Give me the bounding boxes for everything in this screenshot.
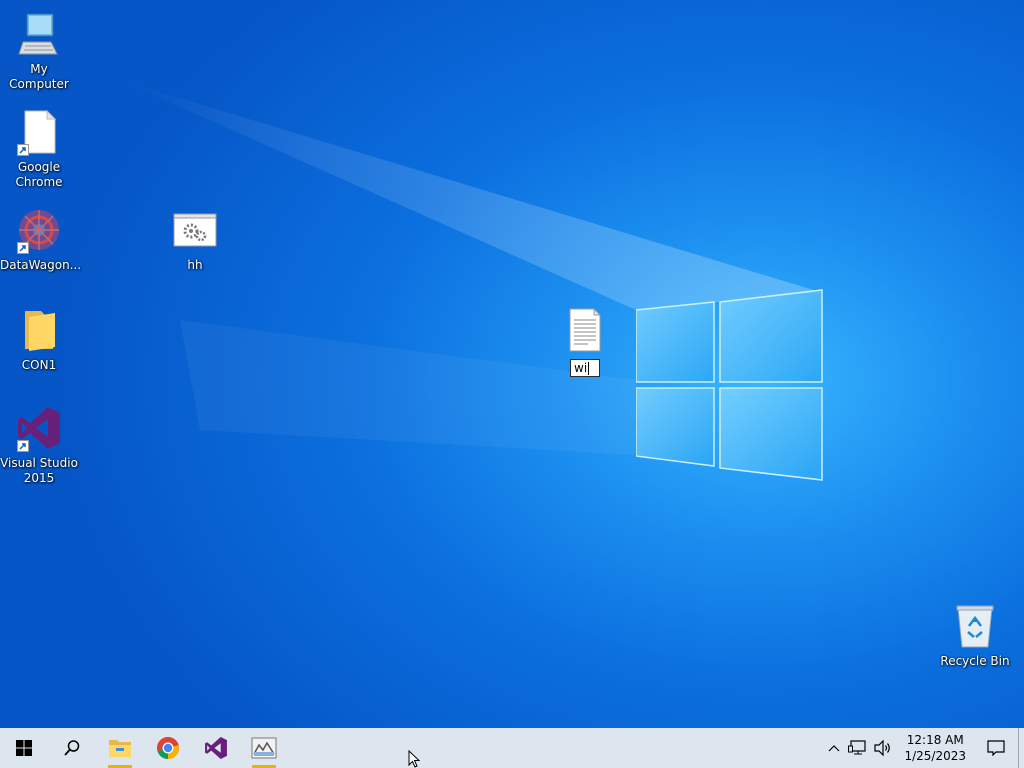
mouse-cursor-icon [408,750,421,768]
desktop-icon-visual-studio[interactable]: Visual Studio 2015 [0,404,78,486]
rename-input[interactable]: wi [570,359,600,377]
network-button[interactable] [844,728,870,768]
visual-studio-icon [205,737,227,759]
speaker-icon [874,740,891,756]
windows-start-icon [16,740,32,756]
taskbar-clock[interactable]: 12:18 AM 1/25/2023 [896,732,974,764]
visual-studio-icon [15,404,63,452]
clock-time: 12:18 AM [906,733,964,747]
text-caret [588,361,590,375]
desktop-icon-google-chrome[interactable]: Google Chrome [1,108,77,190]
computer-icon [15,10,63,58]
taskbar-chrome[interactable] [144,728,192,768]
desktop-icon-hh[interactable]: hh [157,206,233,273]
recycle-bin-icon [951,602,999,650]
datawagon-icon [251,737,277,759]
show-hidden-icons-button[interactable] [824,728,844,768]
desktop-icon-my-computer[interactable]: My Computer [1,10,77,92]
search-icon [64,740,80,756]
desktop-icon-new-text-file[interactable]: wi [547,306,623,377]
desktop-icon-label: DataWagon... [0,258,82,272]
taskbar-file-explorer[interactable] [96,728,144,768]
desktop-icon-label: My Computer [9,62,69,91]
taskbar-datawagon[interactable] [240,728,288,768]
settings-file-icon [171,206,219,254]
text-document-icon [561,306,609,354]
taskbar-visual-studio[interactable] [192,728,240,768]
show-desktop-button[interactable] [1018,728,1024,768]
datawagon-app-icon [15,206,63,254]
chrome-icon [157,737,179,759]
folder-icon [15,306,63,354]
shortcut-arrow-icon [17,242,29,254]
file-explorer-icon [109,740,131,757]
desktop-icon-datawagon[interactable]: DataWagon... [0,206,82,273]
desktop[interactable]: My Computer Google Chrome DataWagon... h… [0,0,1024,728]
search-button[interactable] [48,728,96,768]
desktop-icon-label: CON1 [21,358,57,372]
rename-input-text: wi [574,361,588,375]
notification-icon [987,740,1005,756]
windows-logo-wallpaper [636,289,823,481]
action-center-button[interactable] [974,728,1018,768]
start-button[interactable] [0,728,48,768]
desktop-icon-label: Recycle Bin [940,654,1010,668]
shortcut-arrow-icon [17,440,29,452]
desktop-icon-con1[interactable]: CON1 [1,306,77,373]
chevron-up-icon [829,745,840,752]
shortcut-arrow-icon [17,144,29,156]
wallpaper-light-beams [120,80,820,455]
desktop-icon-label: hh [187,258,203,272]
network-icon [848,740,867,755]
clock-date: 1/25/2023 [904,749,966,763]
taskbar[interactable]: 12:18 AM 1/25/2023 [0,728,1024,768]
volume-button[interactable] [870,728,896,768]
desktop-icon-label: Google Chrome [15,160,63,189]
system-tray: 12:18 AM 1/25/2023 [824,728,1024,768]
desktop-icon-label: Visual Studio 2015 [0,456,78,485]
blank-document-icon [15,108,63,156]
desktop-icon-recycle-bin[interactable]: Recycle Bin [937,602,1013,669]
